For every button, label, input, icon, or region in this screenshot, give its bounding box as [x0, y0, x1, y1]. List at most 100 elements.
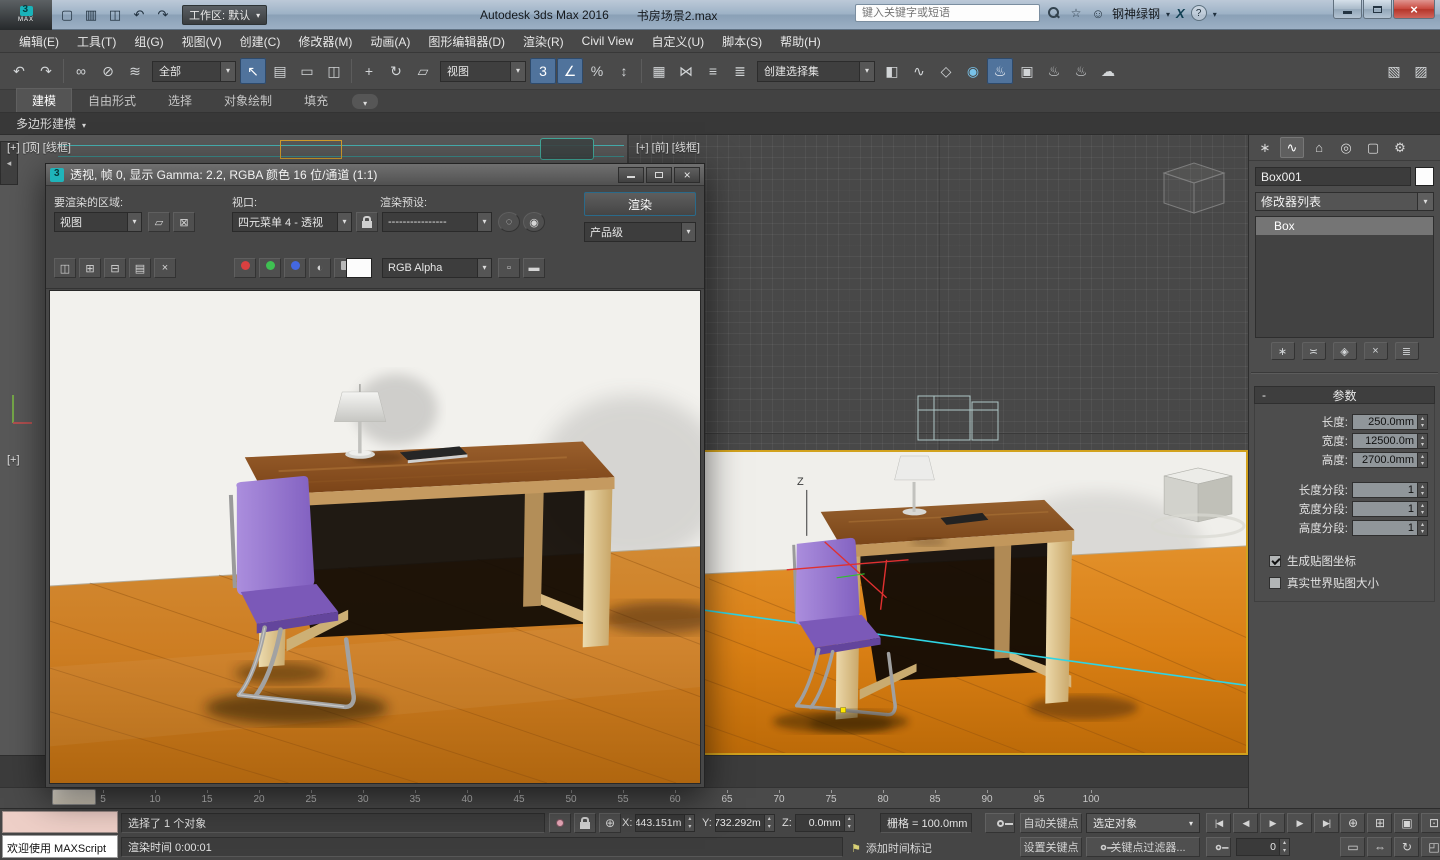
menu-item[interactable]: 帮助(H) — [771, 30, 830, 53]
undo-icon[interactable]: ↶ — [6, 58, 32, 84]
search-icon[interactable] — [1046, 5, 1062, 21]
pan-icon[interactable]: ⇔ — [1367, 837, 1392, 857]
motion-tab-icon[interactable]: ◎ — [1334, 137, 1358, 158]
next-frame-icon[interactable]: ▶ — [1287, 813, 1312, 833]
render-viewport-dropdown[interactable]: 四元菜单 4 - 透视 — [232, 212, 352, 232]
ribbon-tab[interactable]: 对象绘制 — [208, 88, 288, 112]
utilities-tab-icon[interactable]: ⚙ — [1388, 137, 1412, 158]
set-key-button[interactable]: 设置关键点 — [1020, 837, 1082, 857]
menu-item[interactable]: Civil View — [573, 31, 643, 51]
username[interactable]: 钢神绿钢 — [1112, 5, 1160, 22]
parameter-field[interactable]: 1 — [1352, 501, 1418, 517]
current-frame-field[interactable]: 0 — [1236, 837, 1290, 857]
favorites-star-icon[interactable] — [1068, 5, 1084, 21]
menu-item[interactable]: 渲染(R) — [514, 30, 573, 53]
application-menu-button[interactable]: MAX — [0, 0, 52, 30]
blue-channel-icon[interactable] — [284, 258, 306, 278]
configure-sets-icon[interactable]: ≣ — [1395, 342, 1419, 360]
viewcube[interactable] — [1154, 155, 1234, 225]
chevron-down-icon[interactable] — [477, 259, 491, 277]
menu-item[interactable]: 图形编辑器(D) — [419, 30, 514, 53]
unlink-icon[interactable]: ⊘ — [95, 58, 121, 84]
rendered-frame-icon[interactable]: ▣ — [1014, 58, 1040, 84]
show-end-result-icon[interactable]: ≍ — [1302, 342, 1326, 360]
viewport-perspective-view[interactable]: Z — [629, 450, 1248, 755]
align-icon[interactable]: ≡ — [700, 58, 726, 84]
spinner[interactable] — [1418, 452, 1428, 468]
make-unique-icon[interactable]: ◈ — [1333, 342, 1357, 360]
graphite-toggle-icon[interactable]: ◧ — [879, 58, 905, 84]
parameter-field[interactable]: 1 — [1352, 520, 1418, 536]
spinner[interactable] — [765, 814, 775, 832]
edit-region-icon[interactable] — [148, 212, 170, 232]
spinner[interactable] — [845, 814, 855, 832]
toggle-ui-icon[interactable] — [523, 258, 545, 278]
x-coordinate-field[interactable]: X: -2443.151m — [622, 813, 695, 833]
render-settings-icon[interactable] — [523, 212, 545, 232]
menu-item[interactable]: 组(G) — [125, 30, 172, 53]
maxscript-mini-listener[interactable]: 欢迎使用 MAXScript — [2, 835, 118, 858]
open-file-icon[interactable]: ▥ — [80, 4, 102, 26]
spinner[interactable] — [1418, 520, 1428, 536]
ribbon-tab[interactable]: 选择 — [152, 88, 208, 112]
window-crossing-icon[interactable]: ◫ — [321, 58, 347, 84]
chevron-down-icon[interactable] — [1213, 6, 1217, 20]
selection-lock-icon[interactable] — [574, 813, 596, 833]
spinner[interactable] — [1418, 501, 1428, 517]
ribbon-tab[interactable]: 建模 — [16, 88, 72, 112]
isolate-selection-icon[interactable] — [549, 813, 571, 833]
zoom-all-icon[interactable]: ⊞ — [1367, 813, 1392, 833]
maximize-viewport-icon[interactable]: ◰ — [1421, 837, 1440, 857]
chevron-down-icon[interactable] — [510, 62, 525, 81]
parameters-rollout-header[interactable]: - 参数 — [1254, 386, 1435, 404]
ribbon-tab[interactable]: 填充 — [288, 88, 344, 112]
layers-icon[interactable] — [498, 258, 520, 278]
auto-region-icon[interactable] — [173, 212, 195, 232]
key-mode-toggle-icon[interactable] — [1206, 837, 1231, 857]
reference-coordinate-dropdown[interactable]: 视图 — [440, 61, 526, 82]
toolbar-icon[interactable]: ▧ — [1381, 58, 1407, 84]
go-to-end-icon[interactable]: ▶| — [1314, 813, 1339, 833]
chevron-down-icon[interactable] — [859, 62, 874, 81]
play-icon[interactable]: ▶ — [1260, 813, 1285, 833]
save-preset-icon[interactable] — [498, 212, 520, 232]
menu-item[interactable]: 工具(T) — [68, 30, 125, 53]
close-button[interactable]: × — [1393, 0, 1435, 19]
object-color-swatch[interactable] — [1415, 167, 1434, 186]
menu-item[interactable]: 修改器(M) — [289, 30, 361, 53]
clear-image-icon[interactable]: × — [154, 258, 176, 278]
viewport-lock-icon[interactable] — [356, 212, 378, 232]
spinner[interactable] — [1418, 433, 1428, 449]
chevron-down-icon[interactable] — [220, 62, 235, 81]
parameter-field[interactable]: 2700.0mm — [1352, 452, 1418, 468]
background-color-swatch[interactable] — [346, 258, 372, 278]
chevron-down-icon[interactable] — [127, 213, 141, 231]
select-object-icon[interactable]: ↖ — [240, 58, 266, 84]
rendered-frame-window[interactable]: 透视, 帧 0, 显示 Gamma: 2.2, RGBA 颜色 16 位/通道 … — [45, 163, 705, 788]
schematic-view-icon[interactable]: ◇ — [933, 58, 959, 84]
save-file-icon[interactable]: ◫ — [104, 4, 126, 26]
maxscript-mini-listener-macro[interactable] — [2, 811, 118, 833]
auto-key-button[interactable]: 自动关键点 — [1020, 813, 1082, 833]
monochrome-channel-icon[interactable]: ◐ — [309, 258, 331, 278]
z-coordinate-field[interactable]: Z: 0.0mm — [782, 813, 855, 833]
orbit-icon[interactable]: ↻ — [1394, 837, 1419, 857]
render-button[interactable]: 渲染 — [584, 192, 696, 216]
zoom-extents-all-icon[interactable]: ⊡ — [1421, 813, 1440, 833]
named-selection-sets-dropdown[interactable]: 创建选择集 — [757, 61, 875, 82]
toolbar-icon[interactable]: ▨ — [1408, 58, 1434, 84]
parameter-field[interactable]: 1 — [1352, 482, 1418, 498]
move-icon[interactable]: + — [356, 58, 382, 84]
save-image-icon[interactable]: ◫ — [54, 258, 76, 278]
ribbon-tab[interactable]: 自由形式 — [72, 88, 152, 112]
green-channel-icon[interactable] — [259, 258, 281, 278]
stack-item[interactable]: Box — [1256, 217, 1433, 235]
spinner[interactable] — [685, 814, 695, 832]
workspace-dropdown[interactable]: 工作区: 默认 — [182, 5, 267, 25]
snap-toggle-icon[interactable]: 3 — [530, 58, 556, 84]
undo-icon[interactable]: ↶ — [128, 4, 150, 26]
clone-window-icon[interactable]: ⊟ — [104, 258, 126, 278]
search-input[interactable] — [855, 4, 1040, 22]
help-icon[interactable]: ? — [1191, 5, 1207, 21]
absolute-mode-icon[interactable] — [599, 813, 621, 833]
